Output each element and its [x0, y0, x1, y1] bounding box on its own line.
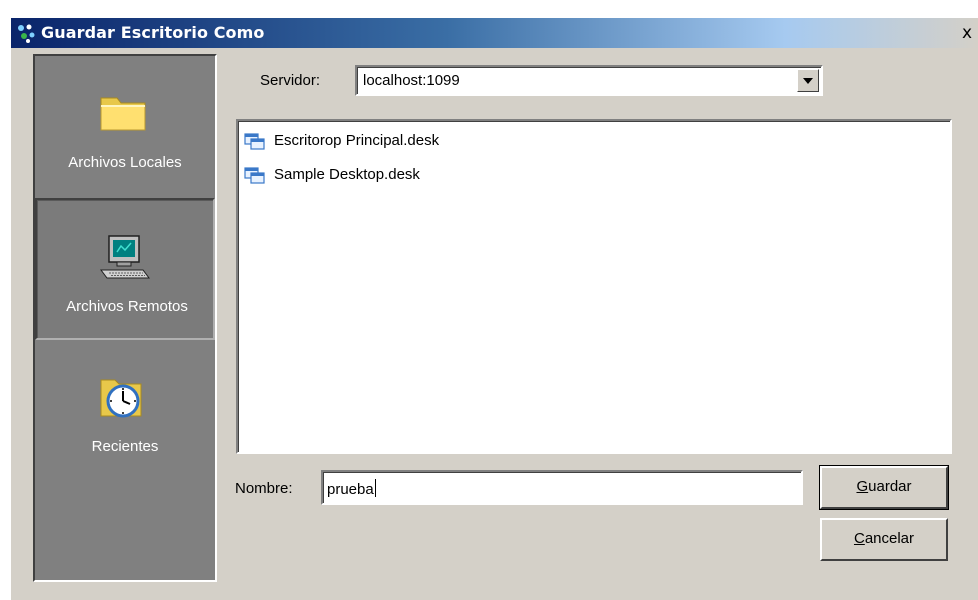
window-title: Guardar Escritorio Como [41, 23, 265, 42]
sidebar-item-label: Archivos Locales [68, 154, 182, 171]
sidebar-item-remote-files[interactable]: Archivos Remotos [35, 198, 215, 340]
save-button[interactable]: Guardar [819, 465, 949, 510]
file-name: Escritorop Principal.desk [274, 132, 440, 149]
sidebar-item-label: Archivos Remotos [66, 298, 188, 315]
clock-icon [100, 379, 142, 418]
cancel-label: ancelar [864, 530, 915, 547]
desktop-file-icon [244, 167, 265, 184]
sidebar-item-label: Recientes [91, 438, 159, 455]
server-label: Servidor: [260, 72, 321, 89]
filename-label: Nombre: [235, 480, 293, 497]
server-select[interactable]: localhost:1099 [355, 65, 823, 96]
folder-icon [100, 97, 146, 131]
title-bar[interactable]: Guardar Escritorio Como x [11, 18, 978, 48]
text-caret [374, 479, 376, 497]
save-label: uardar [868, 478, 912, 495]
close-button[interactable]: x [957, 24, 977, 44]
chevron-down-icon [803, 78, 813, 84]
filename-value: prueba [327, 481, 374, 498]
server-value: localhost:1099 [363, 72, 460, 89]
app-icon [18, 24, 35, 43]
cancel-mnemonic: C [853, 530, 865, 547]
close-icon: x [961, 23, 973, 43]
file-list[interactable]: Escritorop Principal.desk Sample Desktop… [236, 119, 952, 454]
sidebar-item-local-files[interactable]: Archivos Locales [35, 56, 215, 198]
file-name: Sample Desktop.desk [274, 166, 420, 183]
save-desktop-dialog: Guardar Escritorio Como x Archivos Local… [10, 18, 978, 600]
sidebar-item-recent[interactable]: Recientes [35, 340, 215, 482]
cancel-button[interactable]: Cancelar [820, 518, 948, 561]
filename-value-wrap: prueba [327, 479, 376, 498]
dropdown-button[interactable] [797, 69, 819, 92]
computer-icon [100, 235, 150, 279]
desktop-file-icon [244, 133, 265, 150]
filename-field[interactable]: prueba [321, 470, 803, 505]
save-mnemonic: G [856, 478, 869, 495]
location-sidebar: Archivos Locales Archivos Remotos Recien… [33, 54, 217, 582]
